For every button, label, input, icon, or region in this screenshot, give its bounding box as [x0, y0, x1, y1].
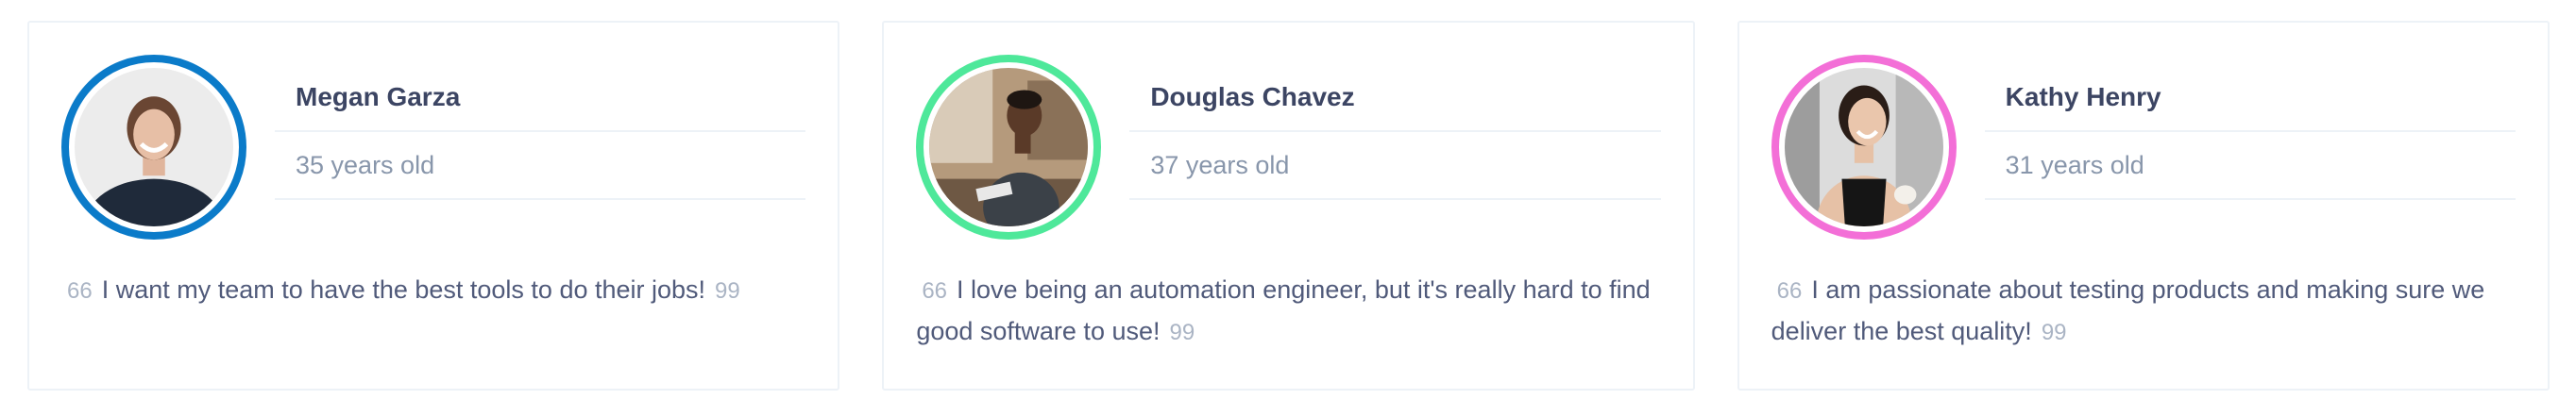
testimonial-header: Megan Garza 35 years old: [61, 55, 806, 240]
testimonial-card: Kathy Henry 31 years old 66 I am passiona…: [1737, 21, 2550, 391]
person-name: Megan Garza: [275, 64, 806, 132]
person-age: 37 years old: [1129, 132, 1661, 200]
open-quote-icon: 66: [1776, 278, 1803, 304]
avatar: [916, 55, 1102, 240]
avatar: [1771, 55, 1957, 240]
portrait-woman-laughing-icon: [1784, 68, 1943, 226]
testimonial-quote: 66 I want my team to have the best tools …: [61, 270, 805, 311]
avatar: [61, 55, 246, 240]
person-info: Douglas Chavez 37 years old: [1129, 64, 1661, 200]
person-name: Douglas Chavez: [1129, 64, 1661, 132]
testimonial-card: Douglas Chavez 37 years old 66 I love bei…: [882, 21, 1695, 391]
testimonial-header: Kathy Henry 31 years old: [1771, 55, 2516, 240]
close-quote-icon: 99: [2041, 320, 2067, 345]
person-age: 35 years old: [275, 132, 806, 200]
testimonial-card: Megan Garza 35 years old 66 I want my tea…: [27, 21, 840, 391]
person-info: Megan Garza 35 years old: [275, 64, 806, 200]
quote-text: I love being an automation engineer, but…: [916, 275, 1651, 345]
quote-text: I want my team to have the best tools to…: [101, 275, 706, 304]
close-quote-icon: 99: [1169, 320, 1195, 345]
person-age: 31 years old: [1984, 132, 2516, 200]
person-info: Kathy Henry 31 years old: [1984, 64, 2516, 200]
testimonial-quote: 66 I love being an automation engineer, b…: [916, 270, 1660, 353]
testimonial-quote: 66 I am passionate about testing products…: [1771, 270, 2516, 353]
close-quote-icon: 99: [715, 278, 740, 304]
person-name: Kathy Henry: [1984, 64, 2516, 132]
open-quote-icon: 66: [922, 278, 948, 304]
portrait-woman-smiling-icon: [75, 68, 233, 226]
testimonials-row: Megan Garza 35 years old 66 I want my tea…: [0, 0, 2576, 391]
testimonial-header: Douglas Chavez 37 years old: [916, 55, 1661, 240]
portrait-man-working-icon: [929, 68, 1089, 226]
open-quote-icon: 66: [67, 278, 93, 304]
quote-text: I am passionate about testing products a…: [1771, 275, 2485, 345]
